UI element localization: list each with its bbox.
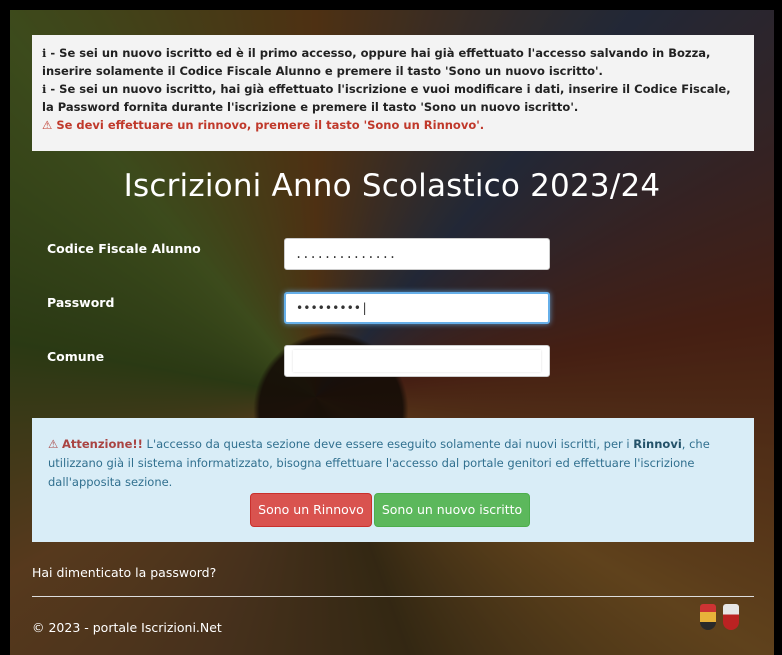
page-title: Iscrizioni Anno Scolastico 2023/24 xyxy=(123,168,661,204)
municipal-shield-icon xyxy=(723,604,739,630)
page-background: i - Se sei un nuovo iscritto ed è il pri… xyxy=(10,10,774,655)
codice-fiscale-input[interactable]: .............. xyxy=(284,238,550,270)
info-line-1: i - Se sei un nuovo iscritto ed è il pri… xyxy=(42,46,711,78)
info-box: i - Se sei un nuovo iscritto ed è il pri… xyxy=(32,35,754,151)
codice-fiscale-label: Codice Fiscale Alunno xyxy=(47,241,201,256)
rinnovo-button[interactable]: Sono un Rinnovo xyxy=(250,493,372,527)
info-line-2: i - Se sei un nuovo iscritto, hai già ef… xyxy=(42,82,731,114)
info-warning: ⚠ Se devi effettuare un rinnovo, premere… xyxy=(42,118,485,132)
municipal-crest-icon xyxy=(700,604,716,630)
nuovo-iscritto-button[interactable]: Sono un nuovo iscritto xyxy=(374,493,530,527)
attention-label: Attenzione!! xyxy=(61,437,143,451)
footer-copyright: © 2023 - portale Iscrizioni.Net xyxy=(32,620,222,635)
footer-divider xyxy=(32,596,754,597)
warning-icon: ⚠ xyxy=(48,437,59,451)
comune-select-value xyxy=(293,350,541,372)
comune-select[interactable] xyxy=(284,345,550,377)
forgot-password-link[interactable]: Hai dimenticato la password? xyxy=(32,565,216,580)
rinnovi-text: Rinnovi xyxy=(633,437,682,451)
password-input[interactable]: •••••••••| xyxy=(284,292,550,324)
comune-label: Comune xyxy=(47,349,105,364)
warning-icon: ⚠ xyxy=(42,118,53,132)
password-label: Password xyxy=(47,295,115,310)
